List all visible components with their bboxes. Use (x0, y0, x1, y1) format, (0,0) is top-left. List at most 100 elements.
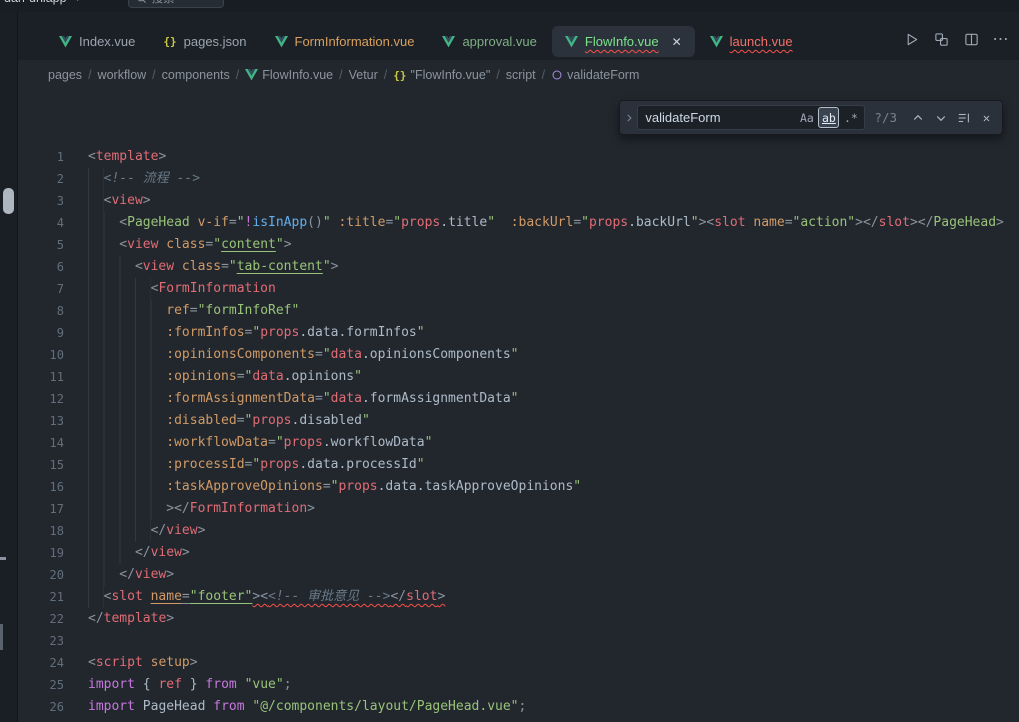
code-line[interactable]: 11:opinions="data.opinions" (18, 366, 1019, 388)
workspace-name[interactable]: dan-uniapp (4, 0, 67, 5)
breadcrumb-separator: / (236, 68, 239, 82)
line-number: 7 (18, 278, 64, 300)
breadcrumb-item[interactable]: components (162, 68, 230, 82)
code-line[interactable]: 24<script setup> (18, 652, 1019, 674)
regex-option[interactable]: .* (840, 107, 861, 128)
line-number: 4 (18, 212, 64, 234)
play-icon[interactable] (899, 27, 923, 51)
line-content: <slot name="footer"><<!-- 审批意见 --></slot… (64, 586, 445, 608)
code-line[interactable]: 18</view> (18, 520, 1019, 542)
line-number: 14 (18, 432, 64, 454)
code-editor[interactable]: Aa ab .* ?/3 ✕ (18, 90, 1019, 722)
line-number: 11 (18, 366, 64, 388)
code-line[interactable]: 10:opinionsComponents="data.opinionsComp… (18, 344, 1019, 366)
find-input[interactable] (645, 110, 795, 125)
tab-index-vue[interactable]: Index.vue (46, 26, 148, 57)
code-line[interactable]: 1<template> (18, 146, 1019, 168)
find-widget: Aa ab .* ?/3 ✕ (619, 100, 1003, 135)
tab-bar: Index.vue {} pages.json FormInformation.vue… (18, 12, 1019, 60)
line-number: 26 (18, 696, 64, 718)
line-content: <template> (64, 146, 166, 168)
breadcrumb-item[interactable]: workflow (98, 68, 147, 82)
line-number: 12 (18, 388, 64, 410)
line-content: :formInfos="props.data.formInfos" (64, 322, 425, 344)
code-line[interactable]: 22</template> (18, 608, 1019, 630)
tab-label: pages.json (184, 34, 247, 49)
tab-forminformation-vue[interactable]: FormInformation.vue (262, 26, 428, 57)
code-line[interactable]: 15:processId="props.data.processId" (18, 454, 1019, 476)
code-line[interactable]: 17></FormInformation> (18, 498, 1019, 520)
code-line[interactable]: 25import { ref } from "vue"; (18, 674, 1019, 696)
tab-bar-tabs: Index.vue {} pages.json FormInformation.vue… (46, 26, 808, 57)
find-in-selection-icon[interactable] (952, 106, 975, 129)
breadcrumb-label: script (506, 68, 536, 82)
code-line[interactable]: 16:taskApproveOpinions="props.data.taskA… (18, 476, 1019, 498)
tab-pages-json[interactable]: {} pages.json (150, 26, 259, 57)
scrollbar-handle[interactable] (3, 188, 14, 214)
tab-flowinfo-vue[interactable]: FlowInfo.vue✕ (552, 26, 695, 57)
close-icon[interactable]: ✕ (672, 36, 682, 48)
code-line[interactable]: 21<slot name="footer"><<!-- 审批意见 --></sl… (18, 586, 1019, 608)
code-line[interactable]: 2<!-- 流程 --> (18, 168, 1019, 190)
code-line[interactable]: 3<view> (18, 190, 1019, 212)
line-number: 5 (18, 234, 64, 256)
code-line[interactable]: 8ref="formInfoRef" (18, 300, 1019, 322)
code-line[interactable]: 7<FormInformation (18, 278, 1019, 300)
vue-icon (565, 36, 578, 48)
line-content: </view> (64, 520, 205, 542)
chevron-down-icon[interactable] (73, 0, 82, 3)
code-line[interactable]: 13:disabled="props.disabled" (18, 410, 1019, 432)
line-number: 22 (18, 608, 64, 630)
code-line[interactable]: 14:workflowData="props.workflowData" (18, 432, 1019, 454)
line-number: 13 (18, 410, 64, 432)
breadcrumb-item[interactable]: pages (48, 68, 82, 82)
breadcrumb-label: components (162, 68, 230, 82)
vscode-window: dan-uniapp 搜索 Index.vue {} pages.json FormI… (0, 0, 1019, 722)
tab-label: Index.vue (79, 34, 135, 49)
json-icon: {} (163, 35, 176, 48)
line-content: <PageHead v-if="!isInApp()" :title="prop… (64, 212, 1004, 234)
search-icon (136, 0, 147, 4)
toggle-replace-icon[interactable] (620, 101, 637, 134)
split-editor-icon[interactable] (959, 27, 983, 51)
breadcrumb-separator: / (384, 68, 387, 82)
close-icon[interactable]: ✕ (975, 106, 998, 129)
code-line[interactable]: 6<view class="tab-content"> (18, 256, 1019, 278)
find-input-box: Aa ab .* (637, 105, 865, 130)
code-line[interactable]: 12:formAssignmentData="data.formAssignme… (18, 388, 1019, 410)
open-changes-icon[interactable] (929, 27, 953, 51)
code-line[interactable]: 19</view> (18, 542, 1019, 564)
line-content: <script setup> (64, 652, 198, 674)
code-line[interactable]: 20</view> (18, 564, 1019, 586)
line-number: 3 (18, 190, 64, 212)
find-next-icon[interactable] (929, 106, 952, 129)
tab-label: FormInformation.vue (295, 34, 415, 49)
breadcrumb-item[interactable]: FlowInfo.vue (245, 68, 333, 82)
tab-approval-vue[interactable]: approval.vue (429, 26, 549, 57)
line-content: :workflowData="props.workflowData" (64, 432, 432, 454)
line-content: <!-- 流程 --> (64, 168, 200, 190)
whole-word-option[interactable]: ab (818, 107, 839, 128)
breadcrumb-item[interactable]: validateForm (551, 68, 639, 82)
breadcrumb-item[interactable]: Vetur (349, 68, 378, 82)
code-line[interactable]: 23 (18, 630, 1019, 652)
breadcrumb: pages/workflow/components/FlowInfo.vue/V… (18, 60, 1019, 90)
code-line[interactable]: 26import PageHead from "@/components/lay… (18, 696, 1019, 718)
editor-actions: ⋯ (899, 27, 1013, 51)
tab-label: approval.vue (462, 34, 536, 49)
line-number: 16 (18, 476, 64, 498)
line-content: import { ref } from "vue"; (64, 674, 292, 696)
find-previous-icon[interactable] (906, 106, 929, 129)
code-lines: 1<template>2<!-- 流程 -->3<view>4<PageHead… (18, 90, 1019, 718)
code-line[interactable]: 9:formInfos="props.data.formInfos" (18, 322, 1019, 344)
more-actions-icon[interactable]: ⋯ (989, 27, 1013, 51)
title-bar: dan-uniapp 搜索 (0, 0, 1019, 12)
tab-launch-vue[interactable]: launch.vue (697, 26, 806, 57)
match-case-option[interactable]: Aa (796, 107, 817, 128)
breadcrumb-item[interactable]: {}"FlowInfo.vue" (393, 68, 490, 82)
line-content: </template> (64, 608, 174, 630)
breadcrumb-item[interactable]: script (506, 68, 536, 82)
code-line[interactable]: 5<view class="content"> (18, 234, 1019, 256)
code-line[interactable]: 4<PageHead v-if="!isInApp()" :title="pro… (18, 212, 1019, 234)
command-center-search[interactable]: 搜索 (128, 0, 224, 8)
